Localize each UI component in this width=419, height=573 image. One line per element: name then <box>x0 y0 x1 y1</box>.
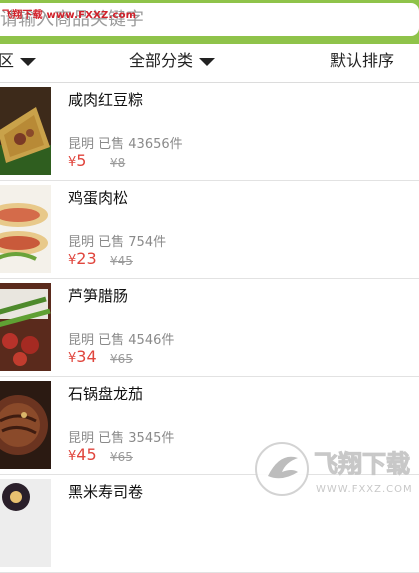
caret-down-icon <box>199 57 216 66</box>
product-image <box>0 381 51 469</box>
filter-region-label: 区 <box>0 51 15 70</box>
product-image <box>0 283 51 371</box>
product-meta: 昆明 已售 3545件 <box>68 427 174 446</box>
filter-bar: 区 全部分类 默认排序 <box>0 44 419 83</box>
product-original-price: ¥65 <box>110 450 133 464</box>
product-image <box>0 185 51 273</box>
watermark-logo: 飞翔下载 WWW.FXXZ.COM <box>255 442 413 496</box>
watermark-logo-url: WWW.FXXZ.COM <box>316 484 413 495</box>
filter-category[interactable]: 全部分类 <box>129 44 216 82</box>
product-price: ¥23 <box>68 249 97 268</box>
product-city: 昆明 <box>68 235 95 250</box>
product-original-price: ¥45 <box>110 254 133 268</box>
product-image <box>0 479 51 567</box>
product-name: 黑米寿司卷 <box>68 483 144 501</box>
product-row[interactable]: 咸肉红豆粽 昆明 已售 43656件 ¥5 ¥8 <box>0 83 419 181</box>
product-price: ¥45 <box>68 445 97 464</box>
filter-sort[interactable]: 默认排序 <box>330 44 394 82</box>
caret-down-icon <box>20 57 37 66</box>
product-sold: 已售 3545件 <box>98 431 175 446</box>
product-name: 鸡蛋肉松 <box>68 189 129 207</box>
product-original-price: ¥65 <box>110 352 133 366</box>
product-meta: 昆明 已售 754件 <box>68 231 166 250</box>
product-sold: 已售 43656件 <box>98 137 183 152</box>
product-sold: 已售 4546件 <box>98 333 175 348</box>
filter-sort-label: 默认排序 <box>330 51 395 70</box>
product-meta: 昆明 已售 43656件 <box>68 133 183 152</box>
product-meta: 昆明 已售 4546件 <box>68 329 174 348</box>
product-city: 昆明 <box>68 137 95 152</box>
product-name: 石锅盘龙茄 <box>68 385 144 403</box>
watermark-text: 飞翔下载 www.FXXZ.com <box>2 10 137 21</box>
price-value: 23 <box>76 249 97 268</box>
product-original-price: ¥8 <box>110 156 126 170</box>
price-value: 34 <box>76 347 97 366</box>
product-price: ¥5 <box>68 151 86 170</box>
product-city: 昆明 <box>68 333 95 348</box>
price-value: 5 <box>76 151 87 170</box>
watermark-logo-text: 飞翔下载 <box>314 450 410 478</box>
product-sold: 已售 754件 <box>98 235 167 250</box>
filter-region[interactable]: 区 <box>0 44 37 82</box>
product-row[interactable]: 芦笋腊肠 昆明 已售 4546件 ¥34 ¥65 <box>0 279 419 377</box>
product-city: 昆明 <box>68 431 95 446</box>
product-price: ¥34 <box>68 347 97 366</box>
product-image <box>0 87 51 175</box>
app-header: 飞翔下载 www.FXXZ.com <box>0 0 419 44</box>
price-value: 45 <box>76 445 97 464</box>
product-name: 芦笋腊肠 <box>68 287 129 305</box>
product-row[interactable]: 鸡蛋肉松 昆明 已售 754件 ¥23 ¥45 <box>0 181 419 279</box>
filter-category-label: 全部分类 <box>129 51 194 70</box>
product-name: 咸肉红豆粽 <box>68 91 144 109</box>
